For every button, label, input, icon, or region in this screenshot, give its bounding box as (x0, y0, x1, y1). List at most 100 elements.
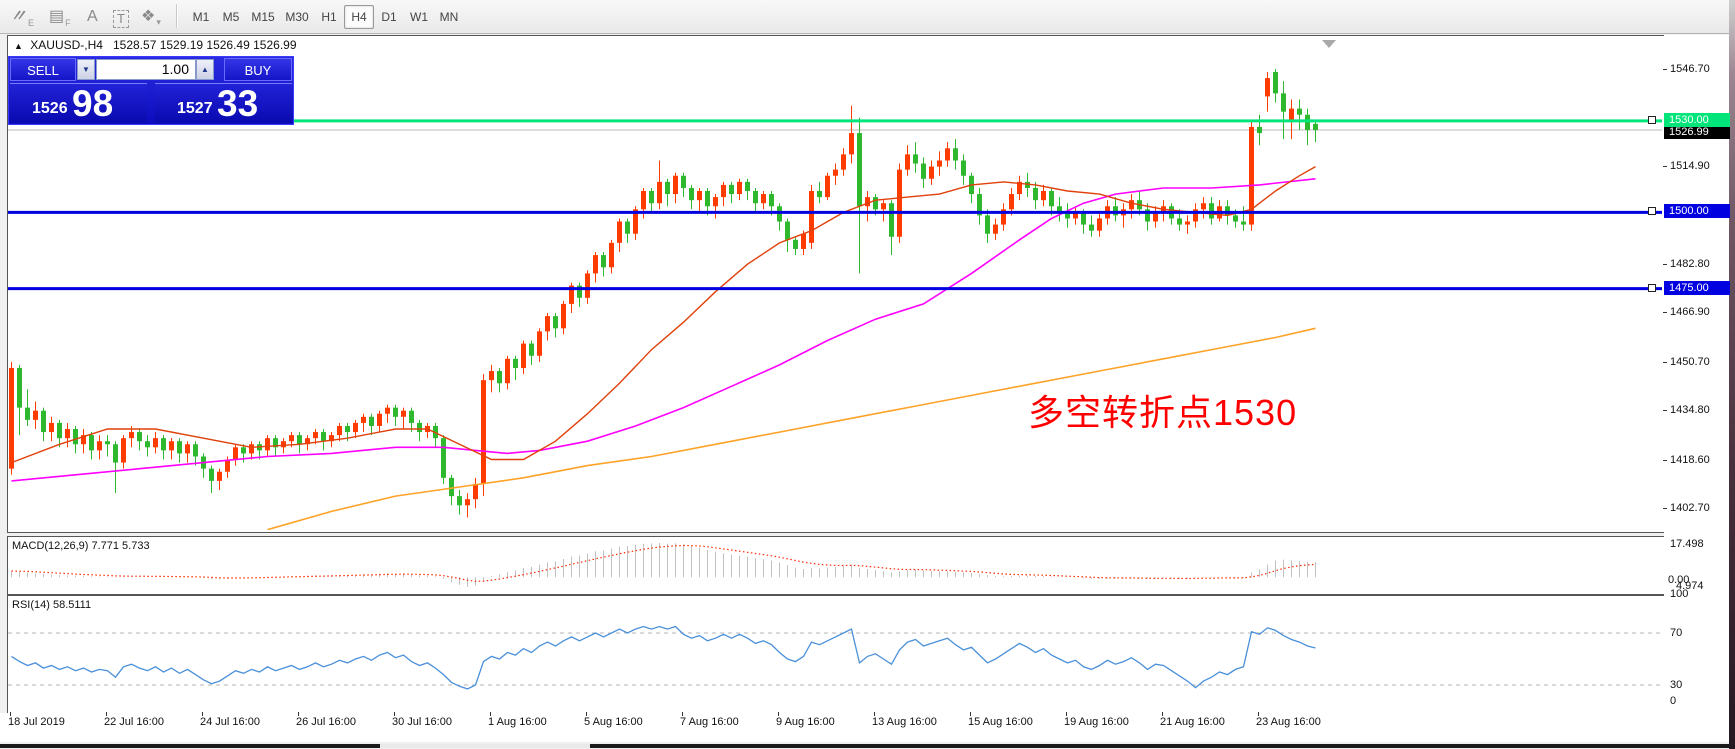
candle-body (793, 240, 798, 249)
candle-body (1113, 206, 1118, 215)
candle-body (417, 423, 422, 432)
candle-body (385, 408, 390, 414)
candle-body (801, 234, 806, 249)
support-1500-price-tag: 1500.00 (1664, 204, 1730, 218)
timeframe-button-m30[interactable]: M30 (280, 5, 314, 29)
price-tick-label: 1514.90 (1670, 160, 1710, 172)
buy-price-small: 1527 (177, 100, 213, 118)
scrollbar-track-left[interactable] (0, 744, 380, 748)
timeframe-button-h1[interactable]: H1 (314, 5, 344, 29)
chart-header: ▲ XAUUSD-,H4 1528.57 1529.19 1526.49 152… (14, 38, 297, 52)
timeframe-button-mn[interactable]: MN (434, 5, 464, 29)
candle-body (25, 408, 30, 420)
macd-signal-line (12, 546, 1316, 582)
candle-body (1225, 206, 1230, 215)
candle-body (1313, 124, 1318, 130)
volume-input[interactable]: 1.00 (96, 59, 196, 80)
text-box-icon: T (113, 10, 129, 28)
buy-price-display[interactable]: 1527 33 (155, 83, 292, 123)
chart-shift-marker-icon[interactable] (1322, 40, 1336, 48)
candle-body (49, 423, 54, 432)
candle-body (857, 133, 862, 206)
sell-button[interactable]: SELL (10, 58, 76, 81)
price-tick (1663, 410, 1667, 411)
candle-body (297, 435, 302, 444)
chart-annotation-text[interactable]: 多空转折点1530 (1028, 384, 1297, 436)
time-tick-label: 26 Jul 16:00 (296, 716, 356, 728)
candle-body (705, 191, 710, 206)
toolbar: 〃E ▤F AT ❖▾ M1M5M15M30H1H4D1W1MN (0, 0, 1729, 34)
candle-body (345, 426, 350, 432)
scrollbar-track-right[interactable] (590, 744, 1729, 748)
candle-body (441, 438, 446, 478)
candle-body (649, 191, 654, 203)
toolbar-separator (176, 4, 177, 28)
price-tick (1663, 508, 1667, 509)
resistance-1530-handle[interactable] (1648, 116, 1656, 124)
candle-body (657, 182, 662, 203)
scrollbar-thumb[interactable] (380, 744, 590, 748)
indicators-icon[interactable]: 〃E (8, 4, 37, 28)
sell-price-big: 98 (72, 83, 113, 125)
timeframe-button-m5[interactable]: M5 (216, 5, 246, 29)
candle-body (145, 441, 150, 447)
price-tick-label: 1434.80 (1670, 404, 1710, 416)
candle-body (313, 432, 318, 438)
candle-body (1097, 218, 1102, 230)
draw-tools-icon-sub: ▾ (156, 17, 161, 28)
timeframe-button-h4[interactable]: H4 (344, 5, 374, 29)
buy-button[interactable]: BUY (224, 58, 292, 81)
candle-body (561, 304, 566, 328)
candle-body (673, 176, 678, 194)
rsi-axis-label: 70 (1670, 627, 1682, 639)
candle-body (913, 154, 918, 163)
macd-panel[interactable] (7, 536, 1665, 595)
candle-body (1273, 72, 1278, 93)
candle-body (777, 206, 782, 221)
time-tick-label: 9 Aug 16:00 (776, 716, 835, 728)
candle-body (721, 185, 726, 197)
buy-price-big: 33 (217, 83, 258, 125)
rsi-panel[interactable] (7, 595, 1665, 714)
candle-body (161, 438, 166, 450)
timeframe-button-m1[interactable]: M1 (186, 5, 216, 29)
support-1475-handle[interactable] (1648, 284, 1656, 292)
candle-body (121, 438, 126, 462)
candle-body (113, 444, 118, 462)
sell-price-display[interactable]: 1526 98 (10, 83, 147, 123)
candle-body (105, 441, 110, 444)
volume-increase-button[interactable]: ▲ (196, 59, 214, 80)
candle-body (233, 447, 238, 459)
text-box-icon[interactable]: T (110, 4, 132, 28)
collapse-icon[interactable]: ▲ (14, 41, 23, 51)
candle-body (961, 160, 966, 175)
price-tick (1663, 312, 1667, 313)
mt4-chart-window: 〃E ▤F AT ❖▾ M1M5M15M30H1H4D1W1MN ▲ XAUUSD-,H… (0, 0, 1735, 749)
candle-body (753, 191, 758, 203)
candle-body (921, 164, 926, 179)
candle-body (97, 441, 102, 450)
candle-body (177, 441, 182, 453)
draw-tools-icon[interactable]: ❖▾ (138, 4, 164, 28)
timeframe-button-d1[interactable]: D1 (374, 5, 404, 29)
candle-body (729, 185, 734, 194)
candle-body (865, 197, 870, 206)
timeframe-button-w1[interactable]: W1 (404, 5, 434, 29)
candle-body (945, 148, 950, 160)
candle-body (937, 160, 942, 166)
candle-body (153, 438, 158, 447)
price-tick (1663, 69, 1667, 70)
grid-icon: ▤ (49, 6, 64, 28)
indicators-icon-sub: E (28, 18, 34, 28)
text-a-icon[interactable]: A (84, 4, 101, 28)
support-1500-handle[interactable] (1648, 207, 1656, 215)
rsi-axis-label: 30 (1670, 679, 1682, 691)
volume-decrease-button[interactable]: ▼ (77, 59, 95, 80)
grid-icon[interactable]: ▤F (46, 4, 74, 28)
candle-body (905, 154, 910, 169)
candle-body (505, 359, 510, 383)
timeframe-button-m15[interactable]: M15 (246, 5, 280, 29)
draw-tools-icon: ❖ (141, 6, 155, 28)
candle-body (625, 222, 630, 234)
candle-body (361, 417, 366, 423)
